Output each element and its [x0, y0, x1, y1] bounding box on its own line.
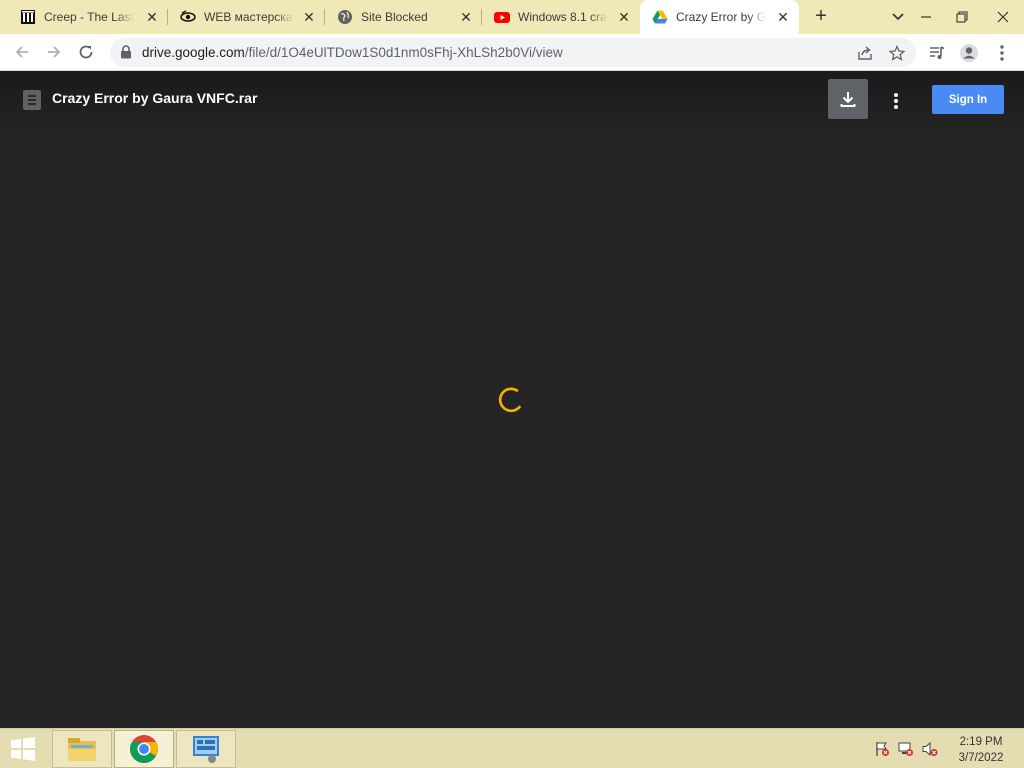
browser-toolbar: drive.google.com/file/d/1O4eUlTDow1S0d1n… — [0, 34, 1024, 71]
tab-strip: Creep - The Last Tr ✕ WEB мастерская ✕ S… — [0, 0, 1024, 34]
address-bar[interactable]: drive.google.com/file/d/1O4eUlTDow1S0d1n… — [110, 38, 916, 67]
share-icon[interactable] — [856, 44, 874, 62]
reload-button[interactable] — [74, 40, 98, 64]
network-icon[interactable] — [898, 741, 914, 757]
archive-file-icon — [23, 90, 41, 110]
google-drive-icon — [652, 9, 668, 25]
url-text[interactable]: drive.google.com/file/d/1O4eUlTDow1S0d1n… — [142, 45, 563, 60]
lock-icon[interactable] — [120, 45, 132, 59]
close-tab-icon[interactable]: ✕ — [616, 9, 632, 25]
profile-avatar-icon[interactable] — [958, 42, 980, 64]
close-tab-icon[interactable]: ✕ — [458, 9, 474, 25]
tab-creep[interactable]: Creep - The Last Tr ✕ — [8, 0, 168, 34]
tab-web[interactable]: WEB мастерская ✕ — [168, 0, 325, 34]
eye-icon — [180, 9, 196, 25]
close-tab-icon[interactable]: ✕ — [775, 9, 791, 25]
taskbar-chrome[interactable] — [114, 730, 174, 768]
clock-date: 3/7/2022 — [958, 752, 1004, 764]
close-tab-icon[interactable]: ✕ — [144, 9, 160, 25]
tab-title: Windows 8.1 crazy — [518, 10, 608, 24]
media-queue-icon[interactable] — [926, 42, 948, 64]
loading-spinner-icon — [495, 383, 527, 415]
sign-in-button[interactable]: Sign In — [932, 85, 1004, 114]
file-title: Crazy Error by Gaura VNFC.rar — [52, 90, 258, 106]
bookmark-star-icon[interactable] — [888, 44, 906, 62]
volume-muted-icon[interactable] — [922, 741, 938, 757]
tab-title: WEB мастерская — [204, 10, 294, 24]
restore-button[interactable] — [944, 0, 980, 34]
tab-crazy-error[interactable]: Crazy Error by Gaura ✕ — [640, 0, 799, 34]
download-button[interactable] — [828, 79, 868, 119]
back-button[interactable] — [10, 40, 34, 64]
chrome-icon — [130, 735, 158, 763]
close-window-button[interactable] — [982, 0, 1024, 34]
url-path: /file/d/1O4eUlTDow1S0d1nm0sFhj-XhLSh2b0V… — [244, 45, 563, 60]
windows-start-icon[interactable] — [8, 737, 38, 761]
clock-time: 2:19 PM — [959, 736, 1003, 748]
new-tab-button[interactable]: + — [808, 5, 834, 29]
tab-search-chevron-icon[interactable] — [888, 8, 908, 26]
windows-taskbar: 2:19 PM 3/7/2022 — [0, 728, 1024, 768]
url-host: drive.google.com — [142, 45, 245, 60]
tab-title: Site Blocked — [361, 10, 428, 24]
tab-title: Creep - The Last Tr — [44, 10, 134, 24]
youtube-icon — [494, 9, 510, 25]
minimize-button[interactable] — [908, 0, 944, 34]
tab-site-blocked[interactable]: Site Blocked ✕ — [325, 0, 482, 34]
control-panel-icon — [193, 736, 219, 763]
folder-icon — [68, 738, 96, 761]
download-icon — [840, 92, 856, 107]
taskbar-control-panel[interactable] — [176, 730, 236, 768]
more-options-button[interactable] — [884, 89, 908, 113]
forward-button[interactable] — [42, 40, 66, 64]
browser-menu-icon[interactable] — [991, 42, 1013, 64]
more-vert-icon — [894, 93, 898, 109]
close-tab-icon[interactable]: ✕ — [301, 9, 317, 25]
globe-icon — [337, 9, 353, 25]
action-center-flag-icon[interactable] — [874, 741, 890, 757]
tab-windows-81[interactable]: Windows 8.1 crazy ✕ — [482, 0, 640, 34]
viewer-header: Crazy Error by Gaura VNFC.rar Sign In — [0, 71, 1024, 129]
system-clock[interactable]: 2:19 PM 3/7/2022 — [945, 734, 1017, 766]
tab-title: Crazy Error by Gaura — [676, 10, 766, 24]
taskbar-file-explorer[interactable] — [52, 730, 112, 768]
museum-icon — [20, 9, 36, 25]
